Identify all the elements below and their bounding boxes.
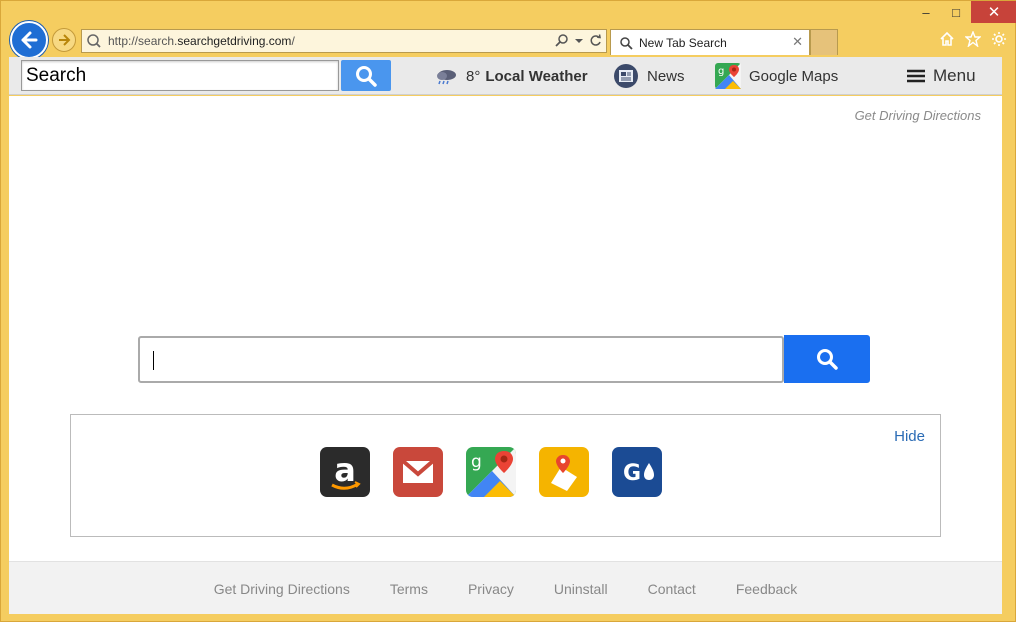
weather-temp: 8° <box>466 67 481 85</box>
url-domain: searchgetdriving.com <box>177 34 292 48</box>
browser-window: ‒ □ ✕ http://search. searchgetdriving.com… <box>0 0 1016 622</box>
search-icon <box>817 349 838 370</box>
browser-tools <box>939 31 1007 47</box>
hide-link[interactable]: Hide <box>894 428 925 445</box>
main-search-button[interactable] <box>784 335 870 383</box>
toolbar-search-button[interactable] <box>341 60 391 91</box>
home-icon[interactable] <box>939 31 955 47</box>
url-suffix: / <box>291 34 295 48</box>
google-maps-icon: g <box>715 63 741 89</box>
address-bar[interactable]: http://search. searchgetdriving.com / <box>81 29 607 53</box>
footer-link-uninstall[interactable]: Uninstall <box>554 581 608 597</box>
google-maps-icon[interactable]: g <box>466 447 516 497</box>
svg-text:a: a <box>334 451 356 489</box>
app-shortcuts-panel: Hide a g G <box>70 414 941 537</box>
news-label: News <box>647 67 685 85</box>
amazon-icon[interactable]: a <box>320 447 370 497</box>
page-footer: Get Driving Directions Terms Privacy Uni… <box>9 561 1002 614</box>
footer-link-privacy[interactable]: Privacy <box>468 581 514 597</box>
refresh-icon[interactable] <box>589 33 602 47</box>
back-arrow-icon <box>21 31 38 49</box>
app-shortcuts: a g G <box>320 447 662 497</box>
footer-link-contact[interactable]: Contact <box>648 581 696 597</box>
new-tab-button[interactable] <box>810 29 838 55</box>
weather-label: Local Weather <box>485 67 588 85</box>
window-controls: ‒ □ ✕ <box>911 1 1016 23</box>
main-search-input[interactable] <box>138 336 784 383</box>
gmail-icon[interactable] <box>393 447 443 497</box>
minimize-button[interactable]: ‒ <box>911 1 941 23</box>
page-content: Get Driving Directions Hide a g G <box>9 96 1002 561</box>
tab-new-tab-search[interactable]: New Tab Search ✕ <box>610 29 810 55</box>
url-prefix: http://search. <box>108 34 178 48</box>
get-driving-directions-link[interactable]: Get Driving Directions <box>855 108 981 123</box>
svg-text:g: g <box>471 452 482 472</box>
footer-link-feedback[interactable]: Feedback <box>736 581 797 597</box>
toolbar-search-input[interactable]: Search <box>21 60 339 91</box>
directions-icon[interactable] <box>539 447 589 497</box>
toolbar-news[interactable]: News <box>613 63 685 89</box>
hamburger-icon <box>907 69 925 83</box>
svg-text:g: g <box>718 66 724 77</box>
gear-icon[interactable] <box>991 31 1007 47</box>
forward-button[interactable] <box>52 28 76 52</box>
gasbuddy-icon[interactable]: G <box>612 447 662 497</box>
menu-label: Menu <box>933 66 976 85</box>
title-bar: ‒ □ ✕ http://search. searchgetdriving.com… <box>1 1 1016 59</box>
back-button[interactable] <box>10 21 48 59</box>
tab-search-icon <box>620 36 633 50</box>
close-window-button[interactable]: ✕ <box>971 1 1016 23</box>
footer-link-terms[interactable]: Terms <box>390 581 428 597</box>
forward-arrow-icon <box>59 34 71 46</box>
search-icon[interactable] <box>555 33 569 47</box>
toolbar-google-maps[interactable]: g Google Maps <box>715 63 838 89</box>
address-icons <box>555 33 602 47</box>
text-caret <box>153 351 154 370</box>
dropdown-icon[interactable] <box>575 33 583 47</box>
google-maps-label: Google Maps <box>749 67 839 85</box>
footer-link-get-driving-directions[interactable]: Get Driving Directions <box>214 581 350 597</box>
page-icon <box>87 34 101 48</box>
svg-text:G: G <box>623 461 641 486</box>
star-icon[interactable] <box>965 31 981 47</box>
tab-close-icon[interactable]: ✕ <box>792 34 803 50</box>
footer-links: Get Driving Directions Terms Privacy Uni… <box>9 581 1002 597</box>
tab-title: New Tab Search <box>639 35 727 50</box>
weather-icon <box>434 66 458 86</box>
toolbar-search-value: Search <box>26 64 87 86</box>
toolbar-menu-button[interactable]: Menu <box>907 63 976 89</box>
maximize-button[interactable]: □ <box>941 1 971 23</box>
news-icon <box>613 63 639 89</box>
extension-toolbar: Search 8° Local Weather News g Google Ma… <box>9 57 1002 95</box>
search-icon <box>356 65 377 87</box>
toolbar-weather[interactable]: 8° Local Weather <box>434 63 588 89</box>
